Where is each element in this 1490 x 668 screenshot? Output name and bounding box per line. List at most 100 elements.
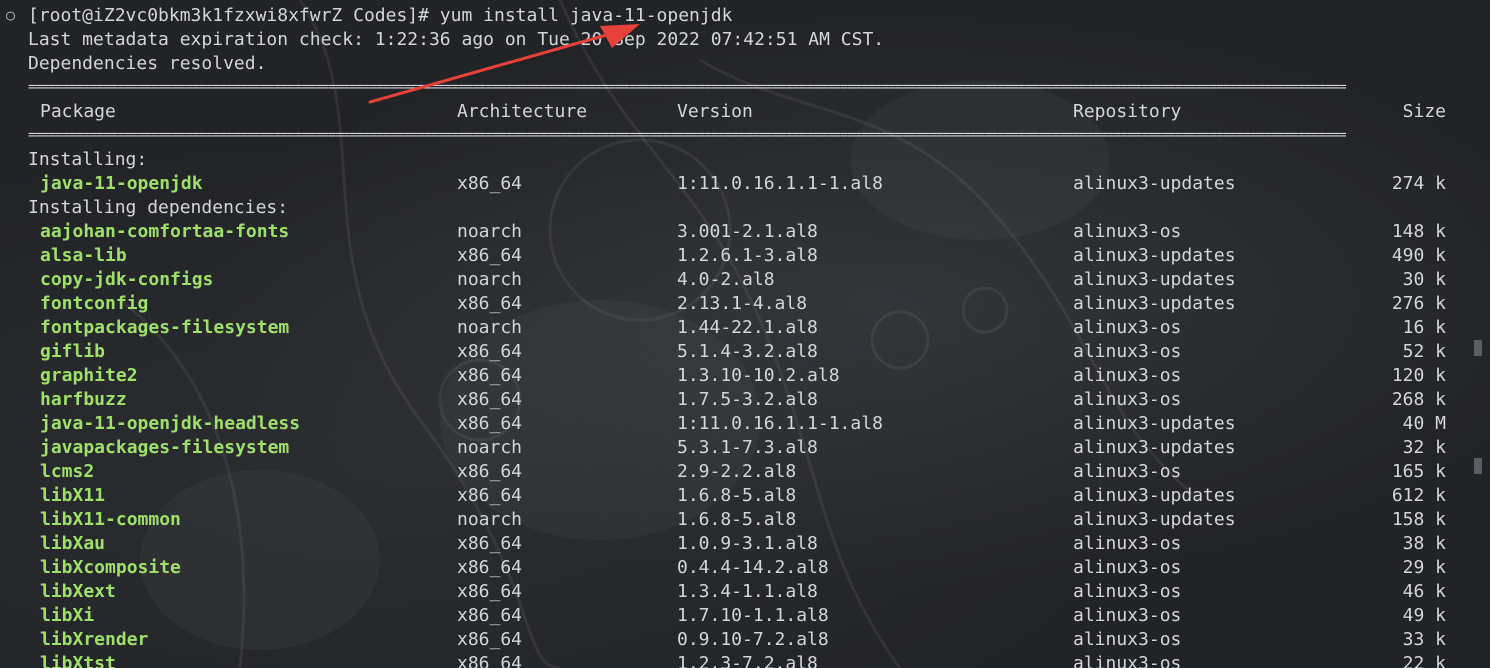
row-architecture: x86_64 xyxy=(457,173,523,194)
row-size: 16 k xyxy=(1402,317,1446,338)
row-architecture: x86_64 xyxy=(457,245,523,266)
row-version: 5.3.1-7.3.al8 xyxy=(677,437,818,458)
row-package-name: fontpackages-filesystem xyxy=(40,317,290,338)
row-architecture: x86_64 xyxy=(457,413,523,434)
row-repository: alinux3-updates xyxy=(1073,269,1236,290)
row-version: 1.7.10-1.1.al8 xyxy=(677,605,829,626)
row-package-name: copy-jdk-configs xyxy=(40,269,214,290)
row-repository: alinux3-updates xyxy=(1073,293,1236,314)
scrollbar-thumb[interactable] xyxy=(1474,340,1482,356)
row-architecture: x86_64 xyxy=(457,389,523,410)
row-repository: alinux3-updates xyxy=(1073,173,1236,194)
row-version: 1:11.0.16.1.1-1.al8 xyxy=(677,413,883,434)
row-size: 22 k xyxy=(1402,653,1446,668)
row-architecture: x86_64 xyxy=(457,557,523,578)
row-repository: alinux3-os xyxy=(1073,461,1182,482)
row-package-name: giflib xyxy=(40,341,106,362)
row-size: 276 k xyxy=(1391,293,1446,314)
row-size: 38 k xyxy=(1402,533,1446,554)
row-version: 5.1.4-3.2.al8 xyxy=(677,341,818,362)
row-version: 1.0.9-3.1.al8 xyxy=(677,533,818,554)
row-repository: alinux3-os xyxy=(1073,533,1182,554)
header-architecture: Architecture xyxy=(457,101,588,122)
row-size: 52 k xyxy=(1402,341,1446,362)
row-size: 29 k xyxy=(1402,557,1446,578)
row-architecture: x86_64 xyxy=(457,653,523,668)
row-version: 2.13.1-4.al8 xyxy=(677,293,808,314)
row-size: 33 k xyxy=(1402,629,1446,650)
row-package-name: libX11-common xyxy=(40,509,181,530)
row-version: 1.3.10-10.2.al8 xyxy=(677,365,840,386)
row-size: 268 k xyxy=(1391,389,1446,410)
row-repository: alinux3-os xyxy=(1073,605,1182,626)
row-version: 1.3.4-1.1.al8 xyxy=(677,581,818,602)
row-repository: alinux3-os xyxy=(1073,389,1182,410)
row-size: 49 k xyxy=(1402,605,1446,626)
row-package-name: java-11-openjdk-headless xyxy=(40,413,301,434)
row-architecture: noarch xyxy=(457,437,523,458)
row-package-name: graphite2 xyxy=(40,365,138,386)
row-architecture: x86_64 xyxy=(457,533,523,554)
row-size: 165 k xyxy=(1391,461,1446,482)
row-architecture: x86_64 xyxy=(457,293,523,314)
row-package-name: aajohan-comfortaa-fonts xyxy=(40,221,290,242)
row-architecture: x86_64 xyxy=(457,365,523,386)
row-architecture: x86_64 xyxy=(457,341,523,362)
row-package-name: libXtst xyxy=(40,653,116,668)
row-architecture: noarch xyxy=(457,317,523,338)
row-size: 612 k xyxy=(1391,485,1446,506)
header-version: Version xyxy=(677,101,753,122)
row-size: 274 k xyxy=(1391,173,1446,194)
command-line[interactable]: [root@iZ2vc0bkm3k1fzxwi8xfwrZ Codes]# yu… xyxy=(28,4,732,28)
row-architecture: x86_64 xyxy=(457,605,523,626)
row-size: 32 k xyxy=(1402,437,1446,458)
row-architecture: x86_64 xyxy=(457,485,523,506)
row-repository: alinux3-updates xyxy=(1073,437,1236,458)
row-version: 1:11.0.16.1.1-1.al8 xyxy=(677,173,883,194)
row-architecture: noarch xyxy=(457,269,523,290)
row-repository: alinux3-updates xyxy=(1073,509,1236,530)
row-version: 0.4.4-14.2.al8 xyxy=(677,557,829,578)
row-package-name: fontconfig xyxy=(40,293,149,314)
row-package-name: java-11-openjdk xyxy=(40,173,203,194)
separator-rule-top: ========================================… xyxy=(28,81,1347,95)
row-repository: alinux3-updates xyxy=(1073,245,1236,266)
row-package-name: harfbuzz xyxy=(40,389,127,410)
row-repository: alinux3-os xyxy=(1073,581,1182,602)
header-size: Size xyxy=(1402,101,1446,122)
row-architecture: x86_64 xyxy=(457,581,523,602)
row-size: 120 k xyxy=(1391,365,1446,386)
terminal-window[interactable]: ○ [root@iZ2vc0bkm3k1fzxwi8xfwrZ Codes]# … xyxy=(0,0,1490,668)
row-version: 1.6.8-5.al8 xyxy=(677,509,797,530)
row-size: 46 k xyxy=(1402,581,1446,602)
row-version: 1.6.8-5.al8 xyxy=(677,485,797,506)
row-version: 1.2.6.1-3.al8 xyxy=(677,245,818,266)
dependencies-resolved-line: Dependencies resolved. xyxy=(28,53,267,74)
row-size: 490 k xyxy=(1391,245,1446,266)
row-version: 2.9-2.2.al8 xyxy=(677,461,797,482)
row-architecture: noarch xyxy=(457,221,523,242)
row-size: 40 M xyxy=(1402,413,1446,434)
row-repository: alinux3-updates xyxy=(1073,485,1236,506)
row-package-name: libX11 xyxy=(40,485,106,506)
header-package: Package xyxy=(40,101,116,122)
row-package-name: lcms2 xyxy=(40,461,95,482)
metadata-line: Last metadata expiration check: 1:22:36 … xyxy=(28,29,885,50)
row-package-name: libXrender xyxy=(40,629,149,650)
header-repository: Repository xyxy=(1073,101,1182,122)
row-package-name: libXi xyxy=(40,605,95,626)
row-architecture: x86_64 xyxy=(457,629,523,650)
row-package-name: libXau xyxy=(40,533,106,554)
row-repository: alinux3-os xyxy=(1073,317,1182,338)
row-version: 3.001-2.1.al8 xyxy=(677,221,818,242)
row-repository: alinux3-os xyxy=(1073,341,1182,362)
row-version: 1.2.3-7.2.al8 xyxy=(677,653,818,668)
row-repository: alinux3-updates xyxy=(1073,413,1236,434)
scrollbar-mark[interactable] xyxy=(1474,458,1482,474)
row-version: 1.44-22.1.al8 xyxy=(677,317,818,338)
row-repository: alinux3-os xyxy=(1073,557,1182,578)
row-package-name: alsa-lib xyxy=(40,245,127,266)
row-version: 4.0-2.al8 xyxy=(677,269,775,290)
row-version: 0.9.10-7.2.al8 xyxy=(677,629,829,650)
dependencies-label: Installing dependencies: xyxy=(28,197,289,218)
